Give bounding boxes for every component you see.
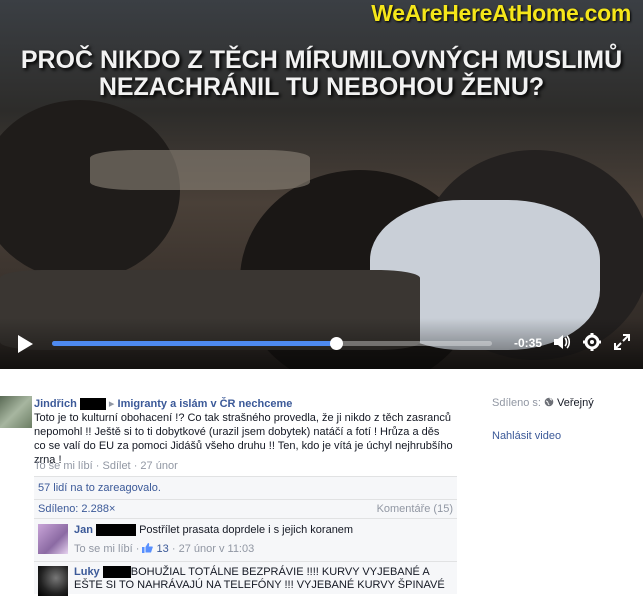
audience-value[interactable]: Veřejný: [557, 397, 594, 409]
play-icon[interactable]: [18, 335, 33, 353]
comment-actions: To se mi líbí · 13 · 27 únor v 11:03: [74, 543, 255, 555]
comment: Jan Postřílet prasata doprdele i s jejic…: [34, 518, 457, 561]
seek-handle[interactable]: [329, 337, 343, 350]
comment-like-link[interactable]: To se mi líbí: [74, 543, 133, 555]
redacted-name: [96, 524, 137, 537]
comment-text: BOHUŽIAL TOTÁLNE BEZPRÁVIE !!!! KURVY VY…: [130, 566, 430, 578]
post-date: 27 únor: [140, 460, 178, 472]
post-actions: To se mi líbí · Sdílet · 27 únor: [34, 460, 178, 472]
comments-count[interactable]: Komentáře (15): [377, 503, 453, 515]
share-count[interactable]: Sdíleno: 2.288×: [38, 503, 115, 515]
comment-like-count[interactable]: 13: [157, 543, 169, 555]
post-text: Toto je to kulturní obohacení !? Co tak …: [34, 412, 453, 466]
seek-bar-played: [52, 341, 336, 346]
shared-with-label: Sdíleno s:: [492, 397, 541, 409]
reactions-bar: 57 lidí na to zareagovalo.: [34, 476, 457, 499]
video-player[interactable]: WeAreHereAtHome.com PROČ NIKDO Z TĚCH MÍ…: [0, 0, 643, 369]
comment-text-cont: EŠTE SI TO NAHRÁVAJÚ NA TELEFÓNY !!! VYJ…: [74, 579, 445, 591]
commenter-avatar[interactable]: [38, 566, 68, 596]
seek-bar[interactable]: [52, 337, 492, 350]
watermark: WeAreHereAtHome.com: [371, 0, 631, 26]
redacted-name: [79, 398, 106, 411]
comment-date: 27 únor v 11:03: [178, 543, 255, 555]
settings-icon[interactable]: [582, 332, 602, 357]
comment: Luky BOHUŽIAL TOTÁLNE BEZPRÁVIE !!!! KUR…: [34, 561, 457, 596]
time-remaining: -0:35: [514, 336, 543, 350]
comment-author[interactable]: Luky: [74, 566, 100, 578]
group-name[interactable]: Imigranty a islám v ČR nechceme: [118, 398, 293, 410]
video-controls: -0:35: [0, 318, 643, 369]
commenter-avatar[interactable]: [38, 524, 68, 554]
post-header: Jindřich ▸ Imigranty a islám v ČR nechce…: [34, 397, 464, 411]
fullscreen-icon[interactable]: [612, 332, 632, 357]
video-headline-line2: NEZACHRÁNIL TU NEBOHOU ŽENU?: [98, 73, 545, 101]
scene-light: [90, 150, 310, 190]
author-name[interactable]: Jindřich: [34, 398, 77, 410]
comment-body: Luky BOHUŽIAL TOTÁLNE BEZPRÁVIE !!!! KUR…: [74, 566, 464, 592]
thumbs-up-icon: [142, 543, 154, 555]
comment-author[interactable]: Jan: [74, 524, 93, 536]
volume-icon[interactable]: [552, 332, 572, 357]
comment-body: Jan Postřílet prasata doprdele i s jejic…: [74, 524, 454, 537]
scene-crowd: [0, 100, 180, 280]
reaction-count[interactable]: 57 lidí na to zareagovalo.: [38, 482, 161, 494]
globe-icon: [544, 397, 557, 409]
share-audience: Sdíleno s: Veřejný: [492, 397, 594, 409]
video-headline-line1: PROČ NIKDO Z TĚCH MÍRUMILOVNÝCH MUSLIMŮ: [20, 46, 623, 74]
author-avatar[interactable]: [0, 396, 32, 428]
redacted-name: [102, 566, 131, 579]
comment-text: Postřílet prasata doprdele i s jejich ko…: [139, 524, 354, 536]
report-video-link[interactable]: Nahlásit video: [492, 430, 561, 442]
arrow-separator: ▸: [108, 398, 115, 410]
like-link[interactable]: To se mi líbí: [34, 460, 93, 472]
share-comment-bar: Sdíleno: 2.288× Komentáře (15): [34, 499, 457, 518]
share-link[interactable]: Sdílet: [102, 460, 130, 472]
